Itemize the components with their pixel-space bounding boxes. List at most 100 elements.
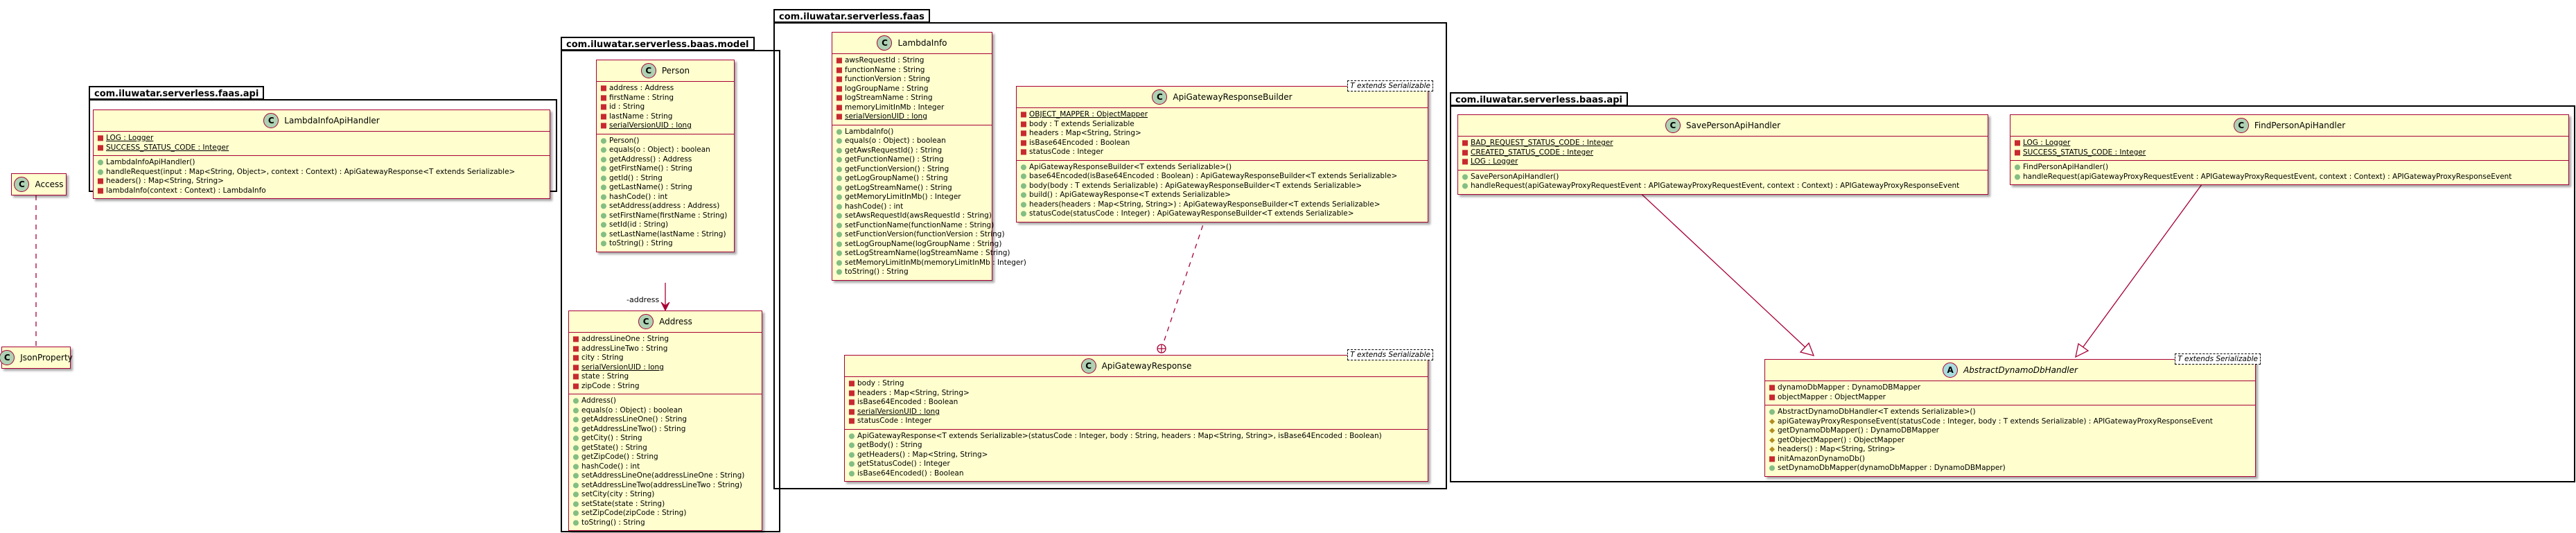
- class-findpersonapihandler[interactable]: C FindPersonApiHandler ■ LOG : Logger ■ SUCCE…: [2010, 114, 2569, 185]
- field-text: addressLineTwo : String: [581, 344, 668, 353]
- visibility-priv-icon: ■: [2014, 139, 2021, 147]
- visibility-pub-icon: ●: [1020, 181, 1027, 190]
- class-field: ■ logStreamName : String: [835, 94, 989, 103]
- visibility-priv-icon: ■: [1020, 138, 1027, 147]
- visibility-priv-icon: ■: [848, 417, 855, 425]
- class-address[interactable]: C Address ■ addressLineOne : String ■ address…: [568, 311, 762, 531]
- package-baas-model-title: com.iluwatar.serverless.baas.model: [561, 37, 755, 51]
- visibility-pub-icon: ●: [836, 193, 843, 201]
- class-method: ● handleRequest(input : Map<String, Objec…: [96, 168, 547, 177]
- class-apigatewayresponse[interactable]: C ApiGatewayResponse T extends Serializabl…: [844, 349, 1433, 482]
- class-method: ● ApiGatewayResponseBuilder<T extends Ser…: [1019, 163, 1425, 173]
- class-method: ● LambdaInfoApiHandler(): [96, 158, 547, 168]
- field-text: BAD_REQUEST_STATUS_CODE : Integer: [1471, 139, 1613, 147]
- method-text: setCity(city : String): [581, 490, 655, 498]
- class-method: ● equals(o : Object) : boolean: [835, 137, 989, 146]
- class-method: ● equals(o : Object) : boolean: [572, 406, 759, 416]
- method-text: getLogStreamName() : String: [845, 183, 952, 192]
- class-savepersonapihandler[interactable]: C SavePersonApiHandler ■ BAD_REQUEST_STATUS…: [1457, 114, 1988, 195]
- field-text: OBJECT_MAPPER : ObjectMapper: [1029, 110, 1148, 119]
- visibility-pub-icon: ●: [572, 509, 579, 517]
- visibility-prot-icon: ◆: [1769, 426, 1776, 435]
- visibility-priv-icon: ■: [848, 407, 855, 416]
- class-method: ● setMemoryLimitInMb(memoryLimitInMb : In…: [835, 258, 1026, 268]
- visibility-priv-icon: ■: [836, 75, 843, 83]
- visibility-pub-icon: ●: [836, 127, 843, 136]
- method-text: headers(headers : Map<String, String>) :…: [1029, 200, 1381, 209]
- class-method: ● setLogGroupName(logGroupName : String): [835, 240, 1001, 250]
- class-jsonproperty[interactable]: C JsonProperty: [0, 347, 73, 369]
- method-text: hashCode() : int: [845, 202, 904, 211]
- class-lambdainfoapihandler[interactable]: C LambdaInfoApiHandler ■ LOG : Logger ■ SUCCE…: [93, 110, 550, 199]
- class-method: ● ApiGatewayResponse<T extends Serializab…: [848, 432, 1425, 442]
- method-text: SavePersonApiHandler(): [1471, 172, 1559, 181]
- class-method: ◆ getDynamoDbMapper() : DynamoDBMapper: [1768, 426, 2252, 436]
- type-parameter: T extends Serializable: [1347, 349, 1433, 360]
- class-field: ■ logGroupName : String: [835, 85, 989, 94]
- visibility-pub-icon: ●: [600, 211, 607, 220]
- method-text: getAwsRequestId() : String: [845, 146, 943, 155]
- class-methods: ● Address() ● equals(o : Object) : boolean ●…: [569, 394, 762, 530]
- class-method: ● base64Encoded(isBase64Encoded : Boolean…: [1019, 172, 1425, 182]
- visibility-pub-icon: ●: [836, 249, 843, 257]
- field-text: headers : Map<String, String>: [1029, 129, 1141, 137]
- method-text: body(body : T extends Serializable) : Ap…: [1029, 181, 1362, 190]
- method-text: setFunctionName(functionName : String): [845, 220, 995, 229]
- class-access[interactable]: C Access: [11, 173, 67, 195]
- method-text: getObjectMapper() : ObjectMapper: [1778, 435, 1905, 444]
- class-field: ■ addressLineOne : String: [572, 335, 759, 344]
- method-text: LambdaInfoApiHandler(): [106, 158, 195, 166]
- method-text: equals(o : Object) : boolean: [845, 137, 946, 145]
- class-method: ● hashCode() : int: [572, 462, 759, 472]
- method-text: setLogGroupName(logGroupName : String): [845, 239, 1002, 248]
- method-text: hashCode() : int: [581, 462, 640, 471]
- type-parameter: T extends Serializable: [2175, 353, 2261, 365]
- visibility-priv-icon: ■: [600, 93, 607, 102]
- method-text: Person(): [609, 136, 640, 145]
- class-icon: C: [14, 177, 30, 192]
- visibility-priv-icon: ■: [572, 372, 579, 381]
- visibility-pub-icon: ●: [1020, 209, 1027, 218]
- class-abstractdynamodbhandler[interactable]: A AbstractDynamoDbHandler T extends Serial…: [1764, 353, 2261, 477]
- class-field: ■ serialVersionUID : long: [835, 112, 989, 122]
- visibility-pub-icon: ●: [1769, 408, 1776, 416]
- class-person[interactable]: C Person ■ address : Address ■ firstName : St…: [596, 60, 735, 252]
- class-lambdainfo[interactable]: C LambdaInfo ■ awsRequestId : String ■ functi…: [832, 32, 1026, 281]
- class-method: ● setId(id : String): [599, 220, 731, 230]
- method-text: setAddress(address : Address): [609, 202, 720, 210]
- method-text: headers() : Map<String, String>: [1778, 445, 1895, 453]
- class-methods: ● FindPersonApiHandler() ● handleRequest(ap…: [2010, 160, 2568, 184]
- class-icon: C: [1080, 358, 1096, 374]
- visibility-pub-icon: ●: [600, 183, 607, 191]
- class-method: ● getId() : String: [599, 174, 731, 184]
- class-field: ■ LOG : Logger: [1461, 157, 1985, 167]
- class-field: ■ SUCCESS_STATUS_CODE : Integer: [96, 143, 547, 153]
- class-field: ■ dynamoDbMapper : DynamoDBMapper: [1768, 383, 2252, 393]
- class-method: ● setZipCode(zipCode : String): [572, 509, 759, 518]
- method-text: setLogStreamName(logStreamName : String): [845, 249, 1010, 257]
- class-method: ● setLogStreamName(logStreamName : String…: [835, 249, 1010, 259]
- class-field: ■ memoryLimitInMb : Integer: [835, 103, 989, 113]
- visibility-pub-icon: ●: [572, 471, 579, 480]
- visibility-pub-icon: ●: [572, 415, 579, 423]
- method-text: getZipCode() : String: [581, 453, 658, 461]
- method-text: setMemoryLimitInMb(memoryLimitInMb : Int…: [845, 258, 1026, 267]
- class-method: ● setFunctionName(functionName : String): [835, 221, 994, 231]
- visibility-priv-icon: ■: [1020, 119, 1027, 128]
- class-name: SavePersonApiHandler: [1685, 121, 1781, 130]
- visibility-pub-icon: ●: [836, 258, 843, 267]
- visibility-pub-icon: ●: [572, 405, 579, 414]
- class-apigatewayresponsebuilder[interactable]: C ApiGatewayResponseBuilder T extends Seri…: [1016, 80, 1433, 222]
- visibility-pub-icon: ●: [836, 202, 843, 211]
- class-icon: C: [263, 113, 279, 128]
- class-method: ● headers(headers : Map<String, String>) …: [1019, 200, 1425, 210]
- class-name: Person: [661, 66, 690, 76]
- visibility-pub-icon: ●: [572, 480, 579, 489]
- visibility-pub-icon: ●: [572, 434, 579, 442]
- class-field: ■ serialVersionUID : long: [572, 363, 759, 373]
- method-text: FindPersonApiHandler(): [2023, 163, 2109, 171]
- visibility-pub-icon: ●: [572, 396, 579, 405]
- visibility-pub-icon: ●: [600, 173, 607, 182]
- method-text: hashCode() : int: [609, 192, 668, 201]
- field-text: LOG : Logger: [2023, 139, 2071, 147]
